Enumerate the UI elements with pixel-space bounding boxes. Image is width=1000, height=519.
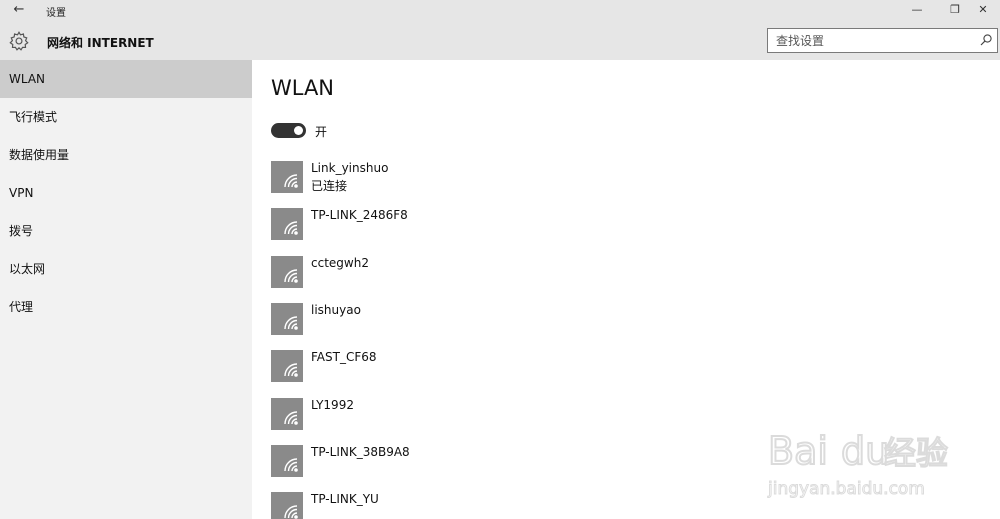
sidebar-item-dial-up[interactable]: 拨号	[0, 212, 252, 250]
app-title: 设置	[46, 8, 66, 19]
search-box[interactable]	[767, 28, 998, 53]
sidebar-item-airplane-mode[interactable]: 飞行模式	[0, 98, 252, 136]
sidebar-item-wlan[interactable]: WLAN	[0, 60, 252, 98]
wifi-icon	[271, 303, 303, 335]
network-name: TP-LINK_38B9A8	[311, 445, 410, 459]
network-item[interactable]: FAST_CF68	[271, 350, 671, 384]
network-name: Link_yinshuo	[311, 161, 389, 175]
network-item[interactable]: LY1992	[271, 398, 671, 432]
close-button[interactable]: ✕	[966, 0, 1000, 22]
toggle-label: 开	[315, 125, 328, 139]
svg-text:du: du	[841, 429, 889, 473]
svg-text:经验: 经验	[884, 434, 948, 472]
network-name: LY1992	[311, 398, 354, 412]
page-section-title: 网络和 INTERNET	[47, 36, 154, 50]
network-item[interactable]: lishuyao	[271, 303, 671, 337]
toggle-knob	[294, 126, 303, 135]
search-icon[interactable]	[979, 33, 993, 47]
network-item[interactable]: cctegwh2	[271, 256, 671, 290]
network-item[interactable]: TP-LINK_2486F8	[271, 208, 671, 242]
sidebar-item-data-usage[interactable]: 数据使用量	[0, 136, 252, 174]
network-name: TP-LINK_2486F8	[311, 208, 408, 222]
sidebar-item-proxy[interactable]: 代理	[0, 288, 252, 326]
wifi-icon	[271, 445, 303, 477]
network-status: 已连接	[311, 179, 348, 193]
svg-text:jingyan.baidu.com: jingyan.baidu.com	[767, 479, 925, 499]
page-title: WLAN	[271, 76, 335, 100]
network-item[interactable]: Link_yinshuo 已连接	[271, 161, 671, 195]
svg-text:Bai: Bai	[768, 429, 828, 473]
wifi-icon	[271, 398, 303, 430]
network-item[interactable]: TP-LINK_YU	[271, 492, 671, 519]
header-bar: 网络和 INTERNET	[0, 22, 1000, 60]
wifi-icon	[271, 208, 303, 240]
back-button[interactable]: ←	[6, 0, 32, 22]
sidebar: WLAN 飞行模式 数据使用量 VPN 拨号 以太网 代理	[0, 60, 252, 519]
network-name: lishuyao	[311, 303, 361, 317]
minimize-button[interactable]: —	[900, 0, 934, 22]
wifi-icon	[271, 256, 303, 288]
wlan-toggle[interactable]	[271, 123, 306, 138]
baidu-jingyan-watermark-logo: Bai du 经验 jingyan.baidu.com	[767, 428, 950, 500]
wifi-icon	[271, 161, 303, 193]
network-name: TP-LINK_YU	[311, 492, 379, 506]
sidebar-item-vpn[interactable]: VPN	[0, 174, 252, 212]
sidebar-item-ethernet[interactable]: 以太网	[0, 250, 252, 288]
title-bar: ← 设置 — ❐ ✕	[0, 0, 1000, 22]
network-name: cctegwh2	[311, 256, 369, 270]
network-item[interactable]: TP-LINK_38B9A8	[271, 445, 671, 479]
network-name: FAST_CF68	[311, 350, 377, 364]
search-input[interactable]	[768, 29, 968, 52]
settings-window: ← 设置 — ❐ ✕ 网络和 INTERNET WLAN 飞行模式 数据使用量 …	[0, 0, 1000, 519]
wifi-icon	[271, 350, 303, 382]
gear-icon	[9, 31, 29, 51]
wifi-icon	[271, 492, 303, 519]
